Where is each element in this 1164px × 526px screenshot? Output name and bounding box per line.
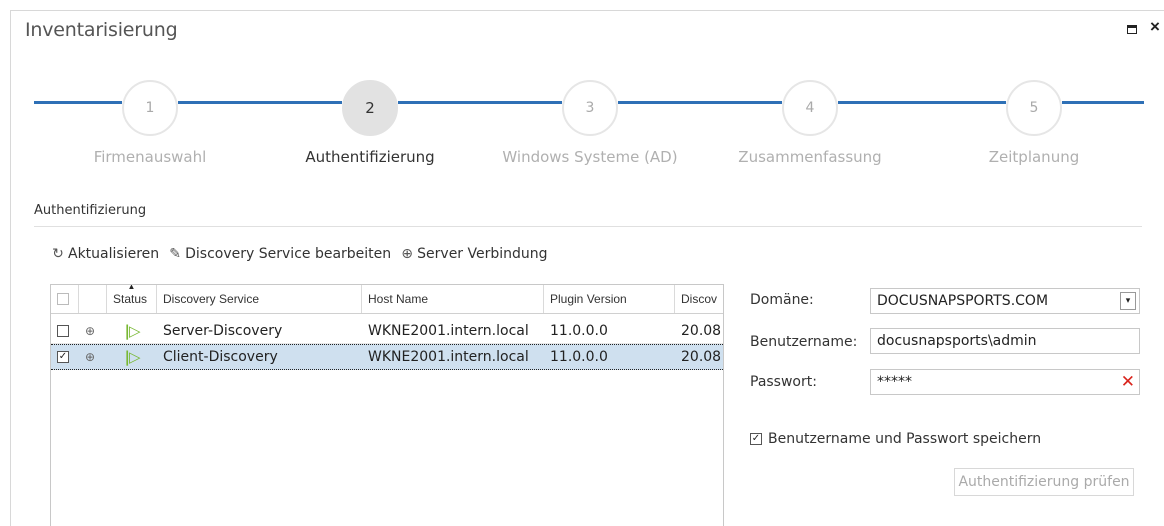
sort-ascending-icon: ▲ <box>127 285 136 291</box>
step-2-circle[interactable]: 2 <box>342 80 398 136</box>
row-checkbox[interactable] <box>57 325 69 337</box>
running-status-icon: |▷ <box>124 348 140 366</box>
server-connection-button[interactable]: ⊕ Server Verbindung <box>399 246 547 262</box>
username-value: docusnapsports\admin <box>877 333 1037 349</box>
maximize-icon[interactable] <box>1127 25 1137 34</box>
row-host: WKNE2001.intern.local <box>368 349 529 365</box>
domain-value: DOCUSNAPSPORTS.COM <box>877 293 1049 309</box>
chevron-down-icon[interactable]: ▾ <box>1120 292 1136 310</box>
row-select-cell <box>51 319 79 343</box>
edit-discovery-service-button[interactable]: ✎ Discovery Service bearbeiten <box>167 246 391 262</box>
row-plugin-version: 11.0.0.0 <box>550 323 608 339</box>
section-divider <box>34 226 1142 227</box>
refresh-label: Aktualisieren <box>68 246 160 262</box>
domain-label: Domäne: <box>750 292 814 308</box>
username-field[interactable]: docusnapsports\admin <box>870 328 1140 354</box>
header-icon-col <box>79 285 107 313</box>
save-credentials-check[interactable]: ✓ <box>750 433 762 445</box>
password-field[interactable]: ***** ✕ <box>870 369 1140 395</box>
discovery-service-grid: ▲ Status Discovery Service Host Name Plu… <box>50 284 724 526</box>
header-plugin-version[interactable]: Plugin Version <box>544 285 675 313</box>
row-service: Client-Discovery <box>163 349 278 365</box>
row-type-cell: ⊕ <box>79 319 107 343</box>
step-1-circle[interactable]: 1 <box>122 80 178 136</box>
step-connector <box>1062 101 1144 104</box>
row-host: WKNE2001.intern.local <box>368 323 529 339</box>
row-service: Server-Discovery <box>163 323 283 339</box>
header-status[interactable]: ▲ Status <box>107 285 157 313</box>
save-credentials-checkbox[interactable]: ✓ Benutzername und Passwort speichern <box>750 431 1041 447</box>
header-host-name[interactable]: Host Name <box>362 285 544 313</box>
step-3-label: Windows Systeme (AD) <box>502 148 678 166</box>
step-connector <box>178 101 342 104</box>
running-status-icon: |▷ <box>124 322 140 340</box>
header-status-label: Status <box>113 292 148 306</box>
step-connector <box>398 101 562 104</box>
header-discovery-service[interactable]: Discovery Service <box>157 285 362 313</box>
server-globe-icon: ⊕ <box>401 246 414 262</box>
service-globe-icon: ⊕ <box>85 350 96 364</box>
close-icon[interactable]: × <box>1150 17 1160 37</box>
step-4-circle[interactable]: 4 <box>782 80 838 136</box>
toolbar: ↻ Aktualisieren ✎ Discovery Service bear… <box>50 246 556 262</box>
step-connector <box>34 101 122 104</box>
grid-header: ▲ Status Discovery Service Host Name Plu… <box>51 285 723 314</box>
edit-label: Discovery Service bearbeiten <box>185 246 392 262</box>
clear-icon[interactable]: ✕ <box>1121 372 1135 392</box>
step-connector <box>838 101 1006 104</box>
refresh-icon: ↻ <box>52 246 64 262</box>
refresh-button[interactable]: ↻ Aktualisieren <box>50 246 159 262</box>
row-select-cell: ✓ <box>51 345 79 369</box>
save-credentials-label: Benutzername und Passwort speichern <box>768 431 1042 447</box>
step-5-circle[interactable]: 5 <box>1006 80 1062 136</box>
step-5-label: Zeitplanung <box>988 148 1080 166</box>
row-status-cell: |▷ <box>107 319 157 343</box>
password-label: Passwort: <box>750 374 817 390</box>
row-type-cell: ⊕ <box>79 345 107 369</box>
table-row[interactable]: ✓ ⊕ |▷ Client-Discovery WKNE2001.intern.… <box>51 344 723 370</box>
row-checkbox[interactable]: ✓ <box>57 351 69 363</box>
row-status-cell: |▷ <box>107 345 157 369</box>
row-discovery: 20.08 <box>681 323 722 339</box>
step-4-label: Zusammenfassung <box>738 148 882 166</box>
header-discovery[interactable]: Discov <box>675 285 723 313</box>
table-row[interactable]: ⊕ |▷ Server-Discovery WKNE2001.intern.lo… <box>51 319 723 344</box>
step-connector <box>618 101 782 104</box>
check-authentication-button[interactable]: Authentifizierung prüfen <box>954 468 1134 496</box>
service-globe-icon: ⊕ <box>85 324 96 338</box>
row-discovery: 20.08 <box>681 349 722 365</box>
domain-select[interactable]: DOCUSNAPSPORTS.COM ▾ <box>870 288 1140 314</box>
password-value: ***** <box>877 374 912 390</box>
select-all-checkbox[interactable] <box>57 293 69 305</box>
window-title: Inventarisierung <box>25 19 178 41</box>
row-plugin-version: 11.0.0.0 <box>550 349 608 365</box>
pencil-icon: ✎ <box>169 246 181 262</box>
step-2-label: Authentifizierung <box>305 148 435 166</box>
header-select-all[interactable] <box>51 285 79 313</box>
section-title: Authentifizierung <box>34 203 147 218</box>
step-1-label: Firmenauswahl <box>93 148 207 166</box>
connection-label: Server Verbindung <box>417 246 548 262</box>
step-3-circle[interactable]: 3 <box>562 80 618 136</box>
username-label: Benutzername: <box>750 334 858 350</box>
